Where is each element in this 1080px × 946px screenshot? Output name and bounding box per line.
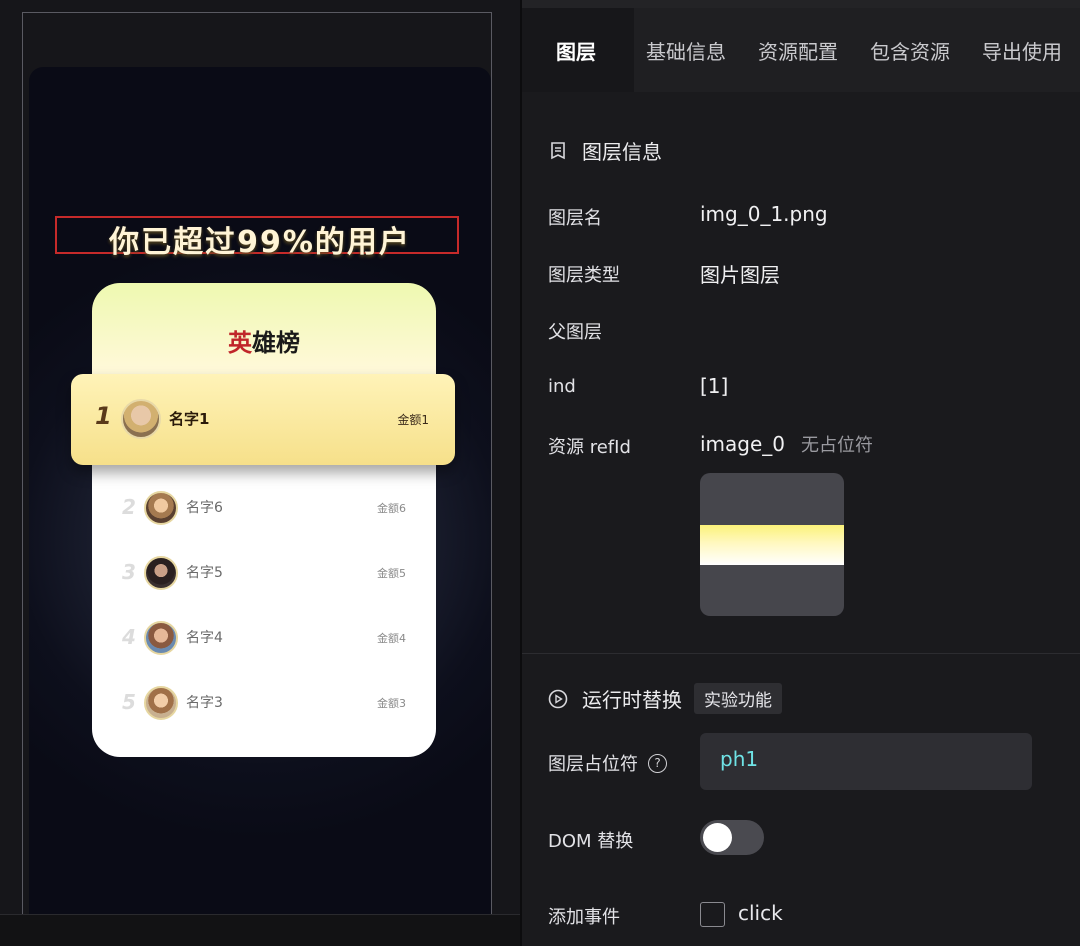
layer-name-label: 图层名 xyxy=(548,208,602,229)
leaderboard-row: 5 名字3 金额3 xyxy=(92,678,436,728)
phone-preview: 你已超过99%的用户 英雄榜 1 名字1 金额1 2 名字6 金额6 3 名字5 xyxy=(29,67,491,916)
help-icon[interactable]: ? xyxy=(648,753,667,773)
toggle-knob xyxy=(703,823,732,852)
click-event-checkbox[interactable] xyxy=(700,902,725,927)
rank-amount: 金额3 xyxy=(377,697,406,710)
avatar xyxy=(144,491,178,525)
ind-value: [1] xyxy=(700,374,729,398)
thumbnail-image xyxy=(700,525,844,565)
panel-top-strip xyxy=(522,0,1080,8)
layer-type-value: 图片图层 xyxy=(700,263,780,287)
property-panel: 图层 基础信息 资源配置 包含资源 导出使用 图层信息 图层名 img_0_1.… xyxy=(522,0,1080,946)
document-icon xyxy=(548,141,568,161)
leaderboard-row-top: 1 名字1 金额1 xyxy=(71,374,455,465)
rank-number: 4 xyxy=(122,625,136,649)
play-circle-icon xyxy=(548,689,568,709)
runtime-replace-header: 运行时替换 实验功能 xyxy=(548,683,782,714)
dom-replace-label: DOM 替换 xyxy=(548,831,634,852)
placeholder-label-row: 图层占位符 ? xyxy=(548,750,667,776)
resource-refid-value: image_0 无占位符 xyxy=(700,432,874,456)
rank-amount: 金额1 xyxy=(397,413,429,427)
artboard-frame[interactable]: 你已超过99%的用户 英雄榜 1 名字1 金额1 2 名字6 金额6 3 名字5 xyxy=(22,12,492,917)
rank-amount: 金额4 xyxy=(377,632,406,645)
rank-number: 2 xyxy=(122,495,136,519)
tab-export-usage[interactable]: 导出使用 xyxy=(982,36,1062,65)
leaderboard-title: 英雄榜 xyxy=(228,329,300,357)
resource-thumbnail[interactable] xyxy=(700,473,844,616)
layer-info-header: 图层信息 xyxy=(548,136,662,165)
rank-number: 1 xyxy=(95,402,112,430)
resource-refid-label: 资源 refId xyxy=(548,437,631,458)
rank-amount: 金额5 xyxy=(377,567,406,580)
leaderboard-row: 2 名字6 金额6 xyxy=(92,483,436,533)
leaderboard-row: 4 名字4 金额4 xyxy=(92,613,436,663)
rank-name: 名字4 xyxy=(186,630,223,646)
section-separator xyxy=(522,653,1080,654)
rank-name: 名字5 xyxy=(186,565,223,581)
layer-placeholder-input[interactable]: ph1 xyxy=(700,733,1032,790)
leaderboard-row: 3 名字5 金额5 xyxy=(92,548,436,598)
parent-layer-label: 父图层 xyxy=(548,322,602,343)
avatar xyxy=(121,399,161,439)
rank-name: 名字6 xyxy=(186,500,223,516)
layer-name-value: img_0_1.png xyxy=(700,202,828,226)
tab-basic-info[interactable]: 基础信息 xyxy=(646,36,726,65)
rank-amount: 金额6 xyxy=(377,502,406,515)
tab-bar: 图层 基础信息 资源配置 包含资源 导出使用 xyxy=(522,8,1080,92)
tab-resource-config[interactable]: 资源配置 xyxy=(758,36,838,65)
click-event-label[interactable]: click xyxy=(738,901,783,925)
canvas-area[interactable]: 你已超过99%的用户 英雄榜 1 名字1 金额1 2 名字6 金额6 3 名字5 xyxy=(0,0,522,946)
add-event-label: 添加事件 xyxy=(548,907,620,928)
layer-type-label: 图层类型 xyxy=(548,265,620,286)
avatar xyxy=(144,556,178,590)
rank-name: 名字3 xyxy=(186,695,223,711)
ind-label: ind xyxy=(548,376,576,397)
canvas-bottom-bar xyxy=(0,914,522,946)
no-placeholder-note: 无占位符 xyxy=(801,435,874,456)
avatar xyxy=(144,686,178,720)
headline-text: 你已超过99%的用户 xyxy=(109,225,411,260)
runtime-replace-title: 运行时替换 xyxy=(582,688,682,712)
rank-name: 名字1 xyxy=(169,410,210,428)
tab-included-resources[interactable]: 包含资源 xyxy=(870,36,950,65)
rank-number: 3 xyxy=(122,560,136,584)
dom-replace-toggle[interactable] xyxy=(700,820,764,855)
avatar xyxy=(144,621,178,655)
rank-number: 5 xyxy=(122,690,136,714)
experimental-badge: 实验功能 xyxy=(694,683,782,714)
layer-placeholder-label: 图层占位符 xyxy=(548,754,638,775)
tab-layers[interactable]: 图层 xyxy=(556,36,596,65)
layer-info-title: 图层信息 xyxy=(582,140,662,164)
